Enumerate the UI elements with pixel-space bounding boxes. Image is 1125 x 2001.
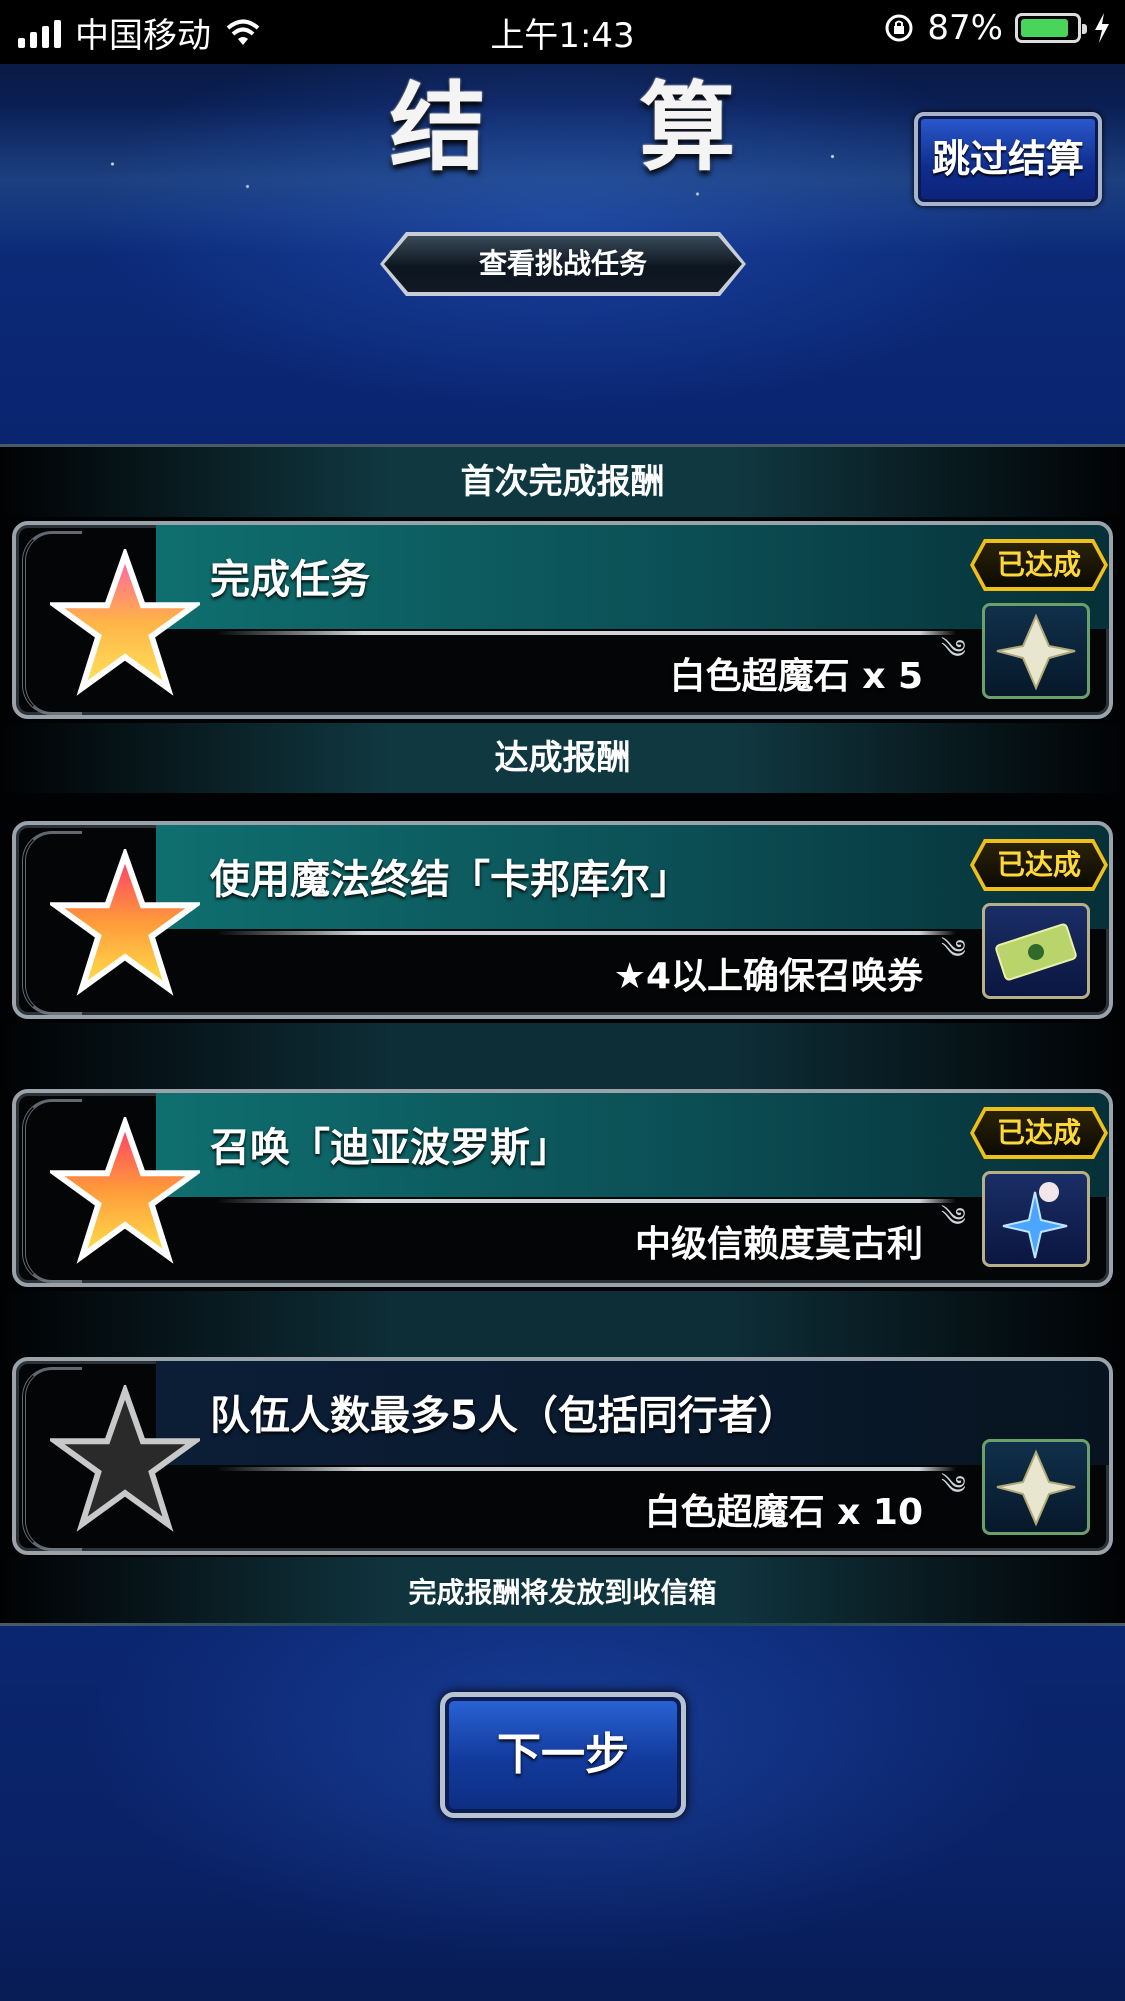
divider bbox=[216, 1467, 956, 1471]
achieved-badge: 已达成 bbox=[974, 1111, 1104, 1155]
star-icon bbox=[50, 1117, 200, 1264]
reward-panel: 首次完成报酬 完成任务 ༄ 白色超魔石 x 5 已达成 达成报酬 使用魔法终结「… bbox=[0, 444, 1125, 1629]
flourish-decoration: ༄ bbox=[941, 635, 966, 665]
mission-text: 队伍人数最多5人（包括同行者） bbox=[210, 1393, 798, 1439]
battery-icon bbox=[1015, 13, 1087, 43]
crystal-icon[interactable] bbox=[982, 1439, 1090, 1535]
flourish-decoration: ༄ bbox=[941, 935, 966, 965]
reward-text: 白色超魔石 x 5 bbox=[669, 656, 923, 697]
skip-settlement-button[interactable]: 跳过结算 bbox=[914, 112, 1102, 206]
separator-band bbox=[0, 1023, 1125, 1093]
crystal-icon[interactable] bbox=[982, 603, 1090, 699]
mission-card: 完成任务 ༄ 白色超魔石 x 5 已达成 bbox=[12, 521, 1113, 719]
achievement-reward-heading: 达成报酬 bbox=[0, 723, 1125, 793]
mission-card: 使用魔法终结「卡邦库尔」 ༄ ★4以上确保召唤券 已达成 bbox=[12, 821, 1113, 1019]
divider bbox=[216, 631, 956, 635]
divider bbox=[216, 931, 956, 935]
star-icon bbox=[50, 849, 200, 996]
star-icon bbox=[50, 1385, 200, 1532]
battery-percent: 87% bbox=[927, 8, 1003, 48]
moogle-icon[interactable] bbox=[982, 1171, 1090, 1267]
flourish-decoration: ༄ bbox=[941, 1471, 966, 1501]
separator-band bbox=[0, 1291, 1125, 1361]
divider bbox=[216, 1199, 956, 1203]
charging-icon bbox=[1095, 13, 1109, 43]
reward-text: ★4以上确保召唤券 bbox=[613, 956, 923, 997]
achieved-badge: 已达成 bbox=[974, 543, 1104, 587]
first-clear-reward-heading: 首次完成报酬 bbox=[0, 447, 1125, 517]
view-missions-button[interactable]: 查看挑战任务 bbox=[384, 236, 742, 292]
star-icon bbox=[50, 549, 200, 696]
flourish-decoration: ༄ bbox=[941, 1203, 966, 1233]
mission-card: 队伍人数最多5人（包括同行者） ༄ 白色超魔石 x 10 bbox=[12, 1357, 1113, 1555]
reward-text: 中级信赖度莫古利 bbox=[634, 1224, 923, 1265]
footer-note: 完成报酬将发放到收信箱 bbox=[0, 1557, 1125, 1629]
rotation-lock-icon bbox=[885, 14, 913, 42]
mission-text: 完成任务 bbox=[210, 557, 370, 603]
mission-text: 召唤「迪亚波罗斯」 bbox=[210, 1125, 570, 1171]
reward-text: 白色超魔石 x 10 bbox=[644, 1492, 923, 1533]
ticket-icon[interactable] bbox=[982, 903, 1090, 999]
achieved-badge: 已达成 bbox=[974, 843, 1104, 887]
mission-text: 使用魔法终结「卡邦库尔」 bbox=[210, 857, 690, 903]
mission-card: 召唤「迪亚波罗斯」 ༄ 中级信赖度莫古利 已达成 bbox=[12, 1089, 1113, 1287]
next-button[interactable]: 下一步 bbox=[440, 1692, 686, 1818]
